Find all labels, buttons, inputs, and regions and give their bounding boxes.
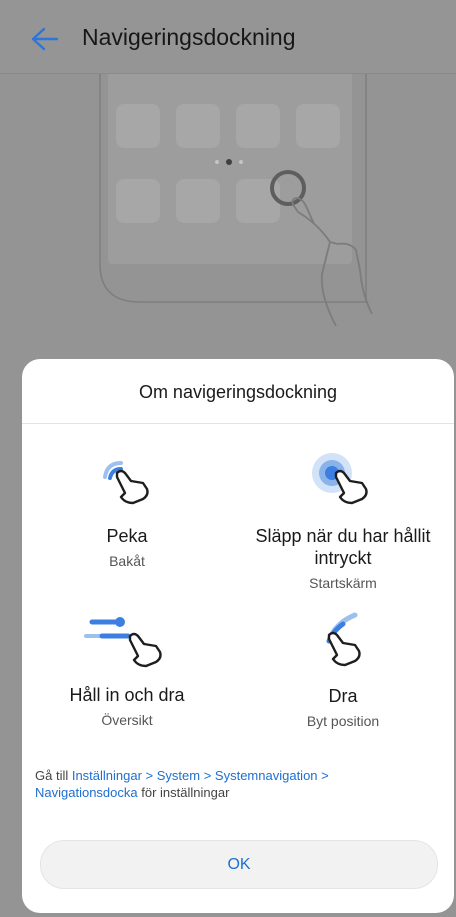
settings-hint: Gå till Inställningar > System > Systemn… [35,767,435,801]
gesture-label: Håll in och dra [69,685,185,705]
gesture-drag: Dra Byt position [238,609,448,729]
phone-illustration [99,74,373,327]
hold-drag-gesture-icon [84,617,162,668]
hint-prefix: Gå till [35,768,72,783]
screen: Navigeringsdockning Om navigeringsdockni… [0,0,456,917]
gesture-sub: Byt position [306,713,380,729]
settings-path-link[interactable]: Inställningar > System > Systemnavigatio… [72,768,329,783]
press-release-gesture-icon [312,453,368,505]
gesture-press-release: Släpp när du har hållit intryckt Startsk… [238,449,448,591]
gesture-hold-drag: Håll in och dra Översikt [22,612,232,728]
dialog-divider [22,423,454,424]
dialog-title: Om navigeringsdockning [138,382,338,402]
gesture-sub: Bakåt [109,553,145,569]
app-bar: Navigeringsdockning [0,0,456,74]
back-arrow-icon[interactable] [30,26,60,52]
hint-suffix: för inställningar [137,785,230,800]
gesture-label: Dra [328,686,358,706]
navigation-dock-link[interactable]: Navigationsdocka [35,785,138,800]
gesture-tap: Peka Bakåt [22,457,232,569]
page-title: Navigeringsdockning [82,24,296,50]
gesture-sub: Startskärm [309,575,377,591]
drag-gesture-icon [326,612,361,667]
ok-button[interactable]: OK [40,840,438,889]
gesture-label: Släpp när du har hållit intryckt [255,526,431,568]
gesture-label: Peka [106,526,148,546]
about-dialog: Om navigeringsdockning Peka Bakåt Släpp … [22,359,454,913]
gesture-sub: Översikt [101,712,153,728]
tap-gesture-icon [103,461,149,505]
